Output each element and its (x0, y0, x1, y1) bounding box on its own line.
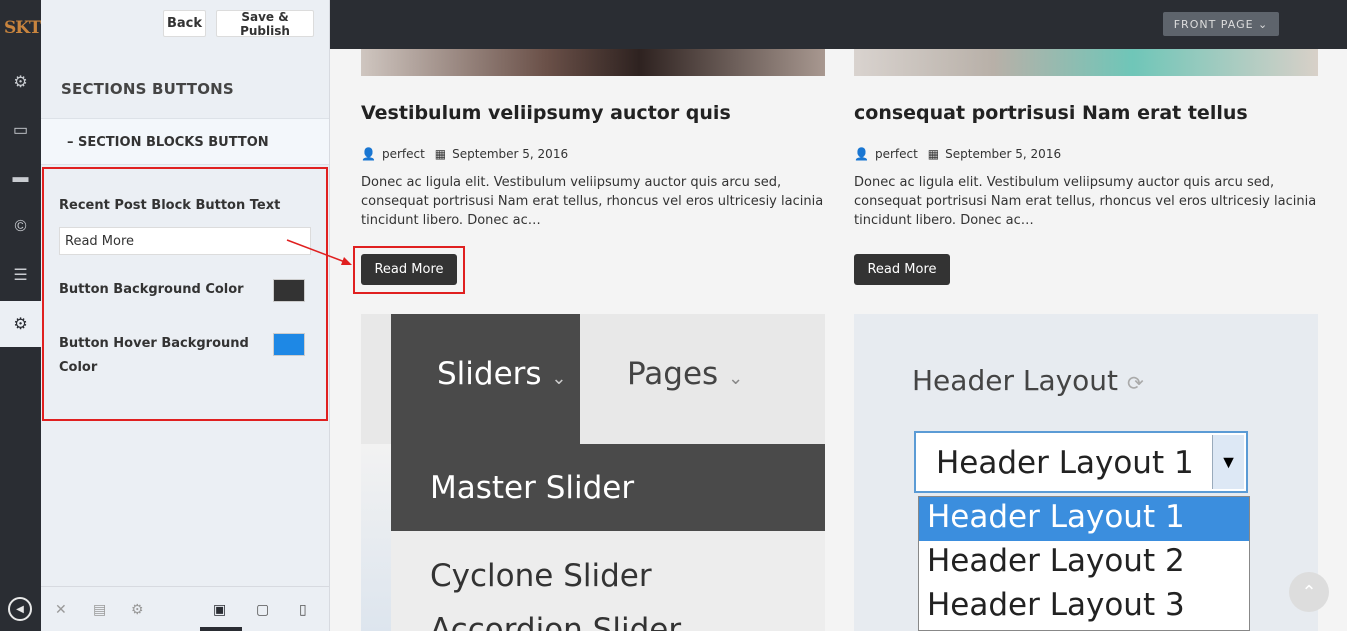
layout-select: Header Layout 1 ▼ (914, 431, 1248, 493)
layout-options: Header Layout 1 Header Layout 2 Header L… (918, 496, 1250, 631)
post-image-menu[interactable]: Sliders ⌄ Pages ⌄ Master Slider Cyclone … (361, 314, 825, 631)
menu-pages: Pages ⌄ (627, 356, 744, 392)
menu-cyclone-slider: Cyclone Slider (430, 558, 652, 594)
menu-accordion-slider: Accordion Slider (430, 612, 682, 631)
scroll-top-button[interactable]: ⌃ (1289, 572, 1329, 612)
post-image-layout[interactable]: Header Layout ⟳ Header Layout 1 ▼ Header… (854, 314, 1318, 631)
layout-heading: Header Layout ⟳ (912, 364, 1144, 397)
menu-master-slider: Master Slider (430, 470, 635, 506)
menu-sliders: Sliders ⌄ (437, 356, 567, 392)
